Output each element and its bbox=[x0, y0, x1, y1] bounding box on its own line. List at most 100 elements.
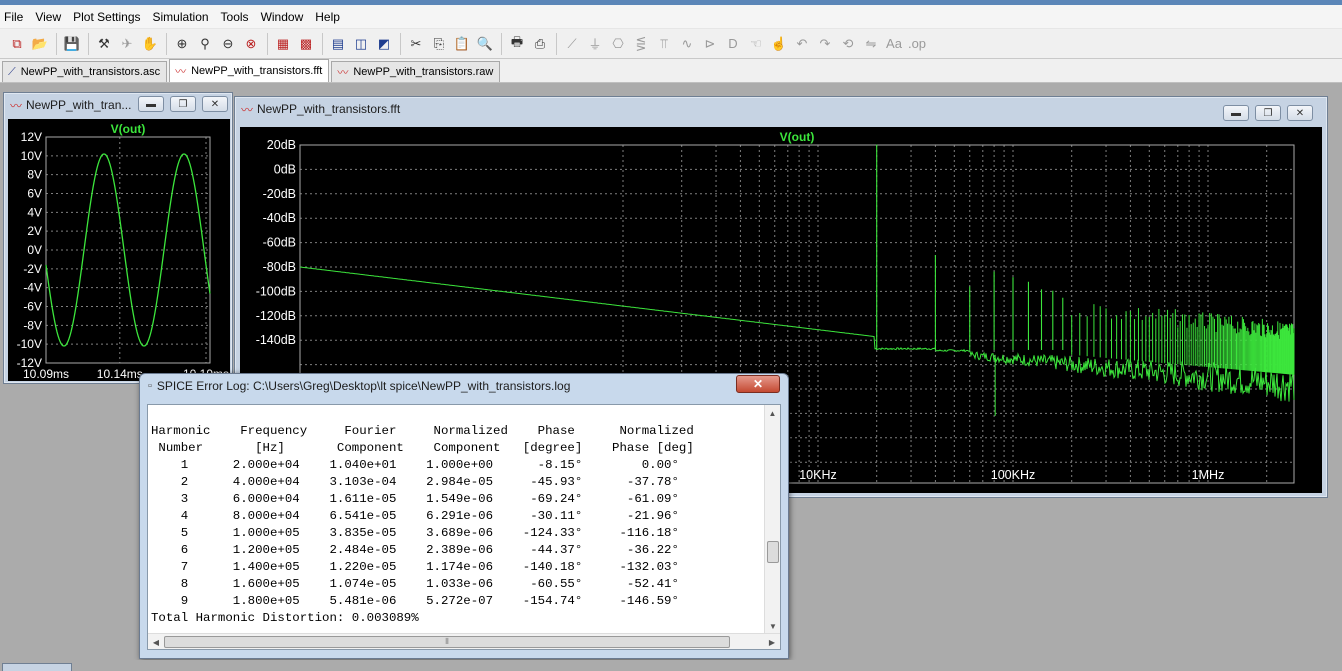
tab-raw[interactable]: 〰 NewPP_with_transistors.raw bbox=[331, 61, 501, 82]
run-icon[interactable]: ✈ bbox=[116, 33, 138, 55]
ground-icon[interactable]: ⏚ bbox=[584, 33, 606, 55]
vertical-scrollbar[interactable]: ▲ ▼ bbox=[764, 405, 780, 634]
close-button[interactable]: ✕ bbox=[202, 96, 228, 112]
print-icon[interactable]: ⎙ bbox=[529, 33, 551, 55]
y-tick-label: -20dB bbox=[263, 187, 296, 201]
paste-icon[interactable]: 📋 bbox=[451, 33, 473, 55]
menu-simulation[interactable]: Simulation bbox=[149, 10, 217, 24]
harmonic-row: 7 1.400e+05 1.220e-05 1.174e-06 -140.18°… bbox=[151, 560, 679, 574]
waveform-icon: 〰 bbox=[337, 67, 349, 79]
cut-icon[interactable]: ✂ bbox=[405, 33, 427, 55]
x-tick-label: 1MHz bbox=[1192, 468, 1225, 482]
mirror-icon[interactable]: ⇋ bbox=[860, 33, 882, 55]
move-icon[interactable]: ☜ bbox=[745, 33, 767, 55]
y-tick-label: -2V bbox=[23, 262, 42, 276]
toolbar-separator bbox=[501, 32, 502, 55]
scroll-thumb[interactable]: ⦀ bbox=[164, 636, 730, 648]
close-button[interactable]: ✕ bbox=[736, 375, 780, 393]
window-buttons: ▬ ❐ ✕ bbox=[132, 96, 228, 112]
control-panel-icon[interactable]: ⚒ bbox=[93, 33, 115, 55]
toolbar-separator bbox=[56, 32, 57, 55]
transient-plot-svg: 12V10V8V6V4V2V0V-2V-4V-6V-8V-10V-12V10.0… bbox=[17, 122, 229, 381]
toolbar-separator bbox=[556, 32, 557, 55]
window-titlebar[interactable]: ▫ SPICE Error Log: C:\Users\Greg\Desktop… bbox=[140, 374, 788, 398]
menu-help[interactable]: Help bbox=[311, 10, 348, 24]
autorange-x-icon[interactable]: ▩ bbox=[295, 33, 317, 55]
tab-schematic[interactable]: ⟋ NewPP_with_transistors.asc bbox=[2, 61, 168, 82]
harmonic-row: 5 1.000e+05 3.835e-05 3.689e-06 -124.33°… bbox=[151, 526, 679, 540]
toolbar-separator bbox=[322, 32, 323, 55]
close-all-icon[interactable]: ◩ bbox=[373, 33, 395, 55]
y-tick-label: 0V bbox=[27, 243, 42, 257]
resistor-icon[interactable]: ⋚ bbox=[630, 33, 652, 55]
inductor-icon[interactable]: ∿ bbox=[676, 33, 698, 55]
tab-label: NewPP_with_transistors.asc bbox=[20, 66, 161, 78]
undo-icon[interactable]: ↶ bbox=[791, 33, 813, 55]
y-tick-label: -140dB bbox=[256, 333, 296, 347]
minimized-windows-strip bbox=[0, 660, 1342, 671]
menu-file[interactable]: File bbox=[0, 10, 31, 24]
scroll-thumb[interactable] bbox=[767, 541, 779, 563]
harmonic-row: 2 4.000e+04 3.103e-04 2.984e-05 -45.93° … bbox=[151, 475, 679, 489]
minimize-button[interactable]: ▬ bbox=[1223, 105, 1249, 121]
plot-frame bbox=[45, 136, 211, 364]
find-icon[interactable]: 🔍 bbox=[474, 33, 496, 55]
scroll-left-icon[interactable]: ◀ bbox=[148, 634, 164, 649]
toolbar-separator bbox=[166, 32, 167, 55]
y-tick-label: 8V bbox=[27, 168, 42, 182]
log-text-area[interactable]: Harmonic Frequency Fourier Normalized Ph… bbox=[147, 404, 781, 650]
print-preview-icon[interactable]: 🖶 bbox=[506, 33, 528, 55]
x-tick-label: 10KHz bbox=[799, 468, 837, 482]
restore-button[interactable]: ❐ bbox=[170, 96, 196, 112]
transient-plot-area[interactable]: 12V 10V 8V 6V 4V 2V 0V -2V -4V -6V -8V -10V -12V 10.0… bbox=[8, 119, 230, 381]
spice-directive-icon[interactable]: .op bbox=[906, 33, 928, 55]
autorange-icon[interactable]: ▦ bbox=[272, 33, 294, 55]
save-icon[interactable]: 💾 bbox=[61, 33, 83, 55]
tab-bar: ⟋ NewPP_with_transistors.asc 〰 NewPP_wit… bbox=[0, 59, 1342, 83]
menu-window[interactable]: Window bbox=[257, 10, 312, 24]
horizontal-scrollbar[interactable]: ◀ ⦀ ▶ bbox=[148, 633, 780, 649]
y-tick-label: -60dB bbox=[263, 236, 296, 250]
window-title: SPICE Error Log: C:\Users\Greg\Desktop\l… bbox=[156, 379, 571, 393]
open-folder-icon[interactable]: 📂 bbox=[29, 33, 51, 55]
close-button[interactable]: ✕ bbox=[1287, 105, 1313, 121]
waveform-icon: 〰 bbox=[10, 98, 23, 113]
scroll-up-icon[interactable]: ▲ bbox=[765, 405, 780, 421]
pan-icon[interactable]: ⚲ bbox=[194, 33, 216, 55]
capacitor-icon[interactable]: ⫪ bbox=[653, 33, 675, 55]
text-icon[interactable]: Aa bbox=[883, 33, 905, 55]
y-tick-label: -80dB bbox=[263, 260, 296, 274]
window-titlebar[interactable]: 〰 NewPP_with_transistors.fft bbox=[235, 97, 1327, 121]
tab-label: NewPP_with_transistors.raw bbox=[353, 66, 494, 78]
menu-view[interactable]: View bbox=[31, 10, 69, 24]
cascade-icon[interactable]: ◫ bbox=[350, 33, 372, 55]
minimize-button[interactable]: ▬ bbox=[138, 96, 164, 112]
zoom-in-icon[interactable]: ⊕ bbox=[171, 33, 193, 55]
redo-icon[interactable]: ↷ bbox=[814, 33, 836, 55]
scroll-right-icon[interactable]: ▶ bbox=[764, 634, 780, 649]
label-net-icon[interactable]: ⎔ bbox=[607, 33, 629, 55]
rotate-icon[interactable]: ⟲ bbox=[837, 33, 859, 55]
drag-icon[interactable]: ☝ bbox=[768, 33, 790, 55]
copy-icon[interactable]: ⎘ bbox=[428, 33, 450, 55]
x-tick-label: 100KHz bbox=[991, 468, 1035, 482]
wire-icon[interactable]: ⟋ bbox=[561, 33, 583, 55]
scroll-down-icon[interactable]: ▼ bbox=[765, 618, 780, 634]
harmonic-row: 9 1.800e+05 5.481e-06 5.272e-07 -154.74°… bbox=[151, 594, 679, 608]
restore-button[interactable]: ❐ bbox=[1255, 105, 1281, 121]
menu-tools[interactable]: Tools bbox=[217, 10, 257, 24]
diode-icon[interactable]: ⊳ bbox=[699, 33, 721, 55]
transient-plot-window: 〰 NewPP_with_tran... ▬ ❐ ✕ 12V 10V 8V 6V 4V 2… bbox=[3, 92, 233, 384]
minimized-window[interactable] bbox=[2, 663, 72, 671]
menu-plot-settings[interactable]: Plot Settings bbox=[69, 10, 148, 24]
component-icon[interactable]: D bbox=[722, 33, 744, 55]
tab-label: NewPP_with_transistors.fft bbox=[191, 65, 323, 77]
new-schematic-icon[interactable]: ⧉ bbox=[6, 33, 28, 55]
y-tick-label: -6V bbox=[23, 300, 42, 314]
halt-icon[interactable]: ✋ bbox=[139, 33, 161, 55]
tab-fft[interactable]: 〰 NewPP_with_transistors.fft bbox=[169, 59, 330, 82]
tile-horizontal-icon[interactable]: ▤ bbox=[327, 33, 349, 55]
zoom-fit-icon[interactable]: ⊗ bbox=[240, 33, 262, 55]
zoom-out-icon[interactable]: ⊖ bbox=[217, 33, 239, 55]
y-tick-label: -40dB bbox=[263, 211, 296, 225]
